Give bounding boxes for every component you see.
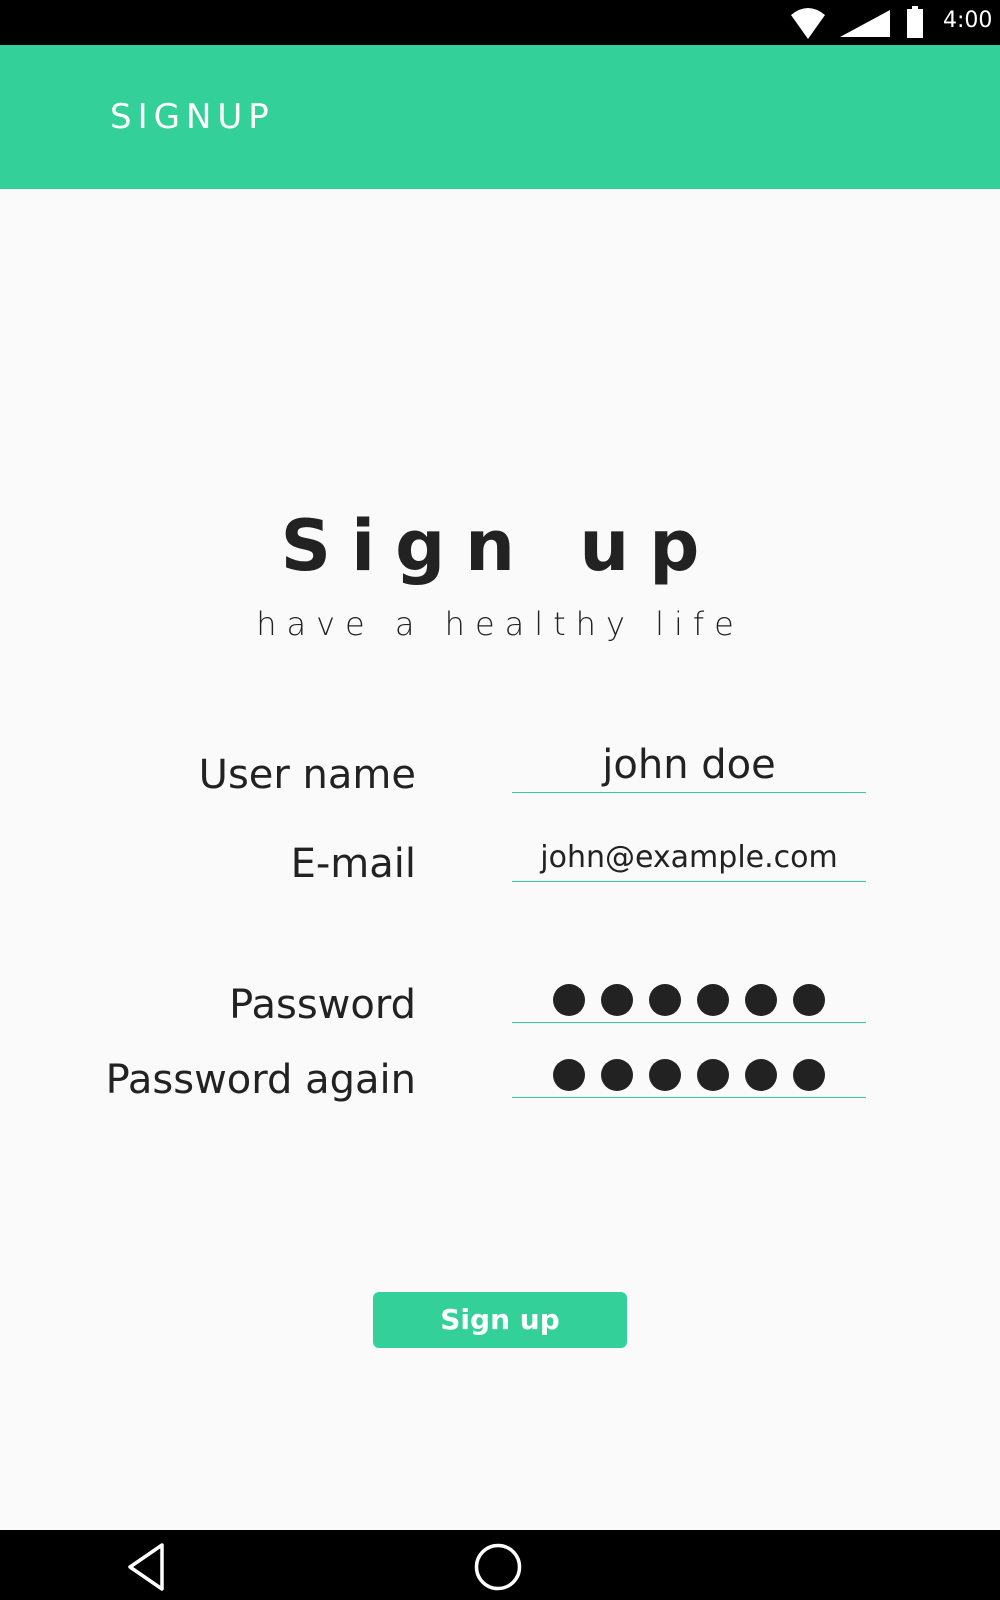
back-icon[interactable] — [126, 1542, 166, 1592]
password-dot — [649, 984, 681, 1016]
navigation-bar — [0, 1530, 1000, 1600]
password-dot — [697, 984, 729, 1016]
page-subtitle: have a healthy life — [256, 605, 744, 643]
password-input[interactable] — [512, 979, 866, 1023]
password-again-label: Password again — [105, 1057, 416, 1103]
signal-icon — [840, 10, 890, 37]
email-label: E-mail — [290, 841, 416, 887]
email-input[interactable]: john@example.com — [512, 838, 866, 882]
password-dot — [649, 1059, 681, 1091]
password-label: Password — [229, 982, 416, 1028]
password-again-input[interactable] — [512, 1054, 866, 1098]
app-bar-title: SIGNUP — [110, 97, 275, 137]
password-dot — [745, 1059, 777, 1091]
password-dot — [697, 1059, 729, 1091]
password-dot — [601, 984, 633, 1016]
password-dot — [601, 1059, 633, 1091]
password-dot — [553, 984, 585, 1016]
password-dot — [553, 1059, 585, 1091]
password-dot — [745, 984, 777, 1016]
signup-button[interactable]: Sign up — [373, 1292, 627, 1348]
status-bar: 4:00 — [0, 0, 1000, 45]
password-again-mask — [512, 1054, 866, 1091]
username-label: User name — [198, 752, 416, 798]
status-time: 4:00 — [943, 8, 993, 33]
password-mask — [512, 979, 866, 1016]
app-bar: SIGNUP — [0, 45, 1000, 189]
signup-screen: 4:00 SIGNUP Sign up have a healthy life … — [0, 0, 1000, 1600]
page-title: Sign up — [280, 505, 720, 587]
home-icon[interactable] — [474, 1543, 522, 1591]
password-dot — [793, 984, 825, 1016]
username-input[interactable]: john doe — [512, 740, 866, 793]
battery-icon — [907, 6, 923, 38]
wifi-icon — [791, 8, 825, 39]
password-dot — [793, 1059, 825, 1091]
